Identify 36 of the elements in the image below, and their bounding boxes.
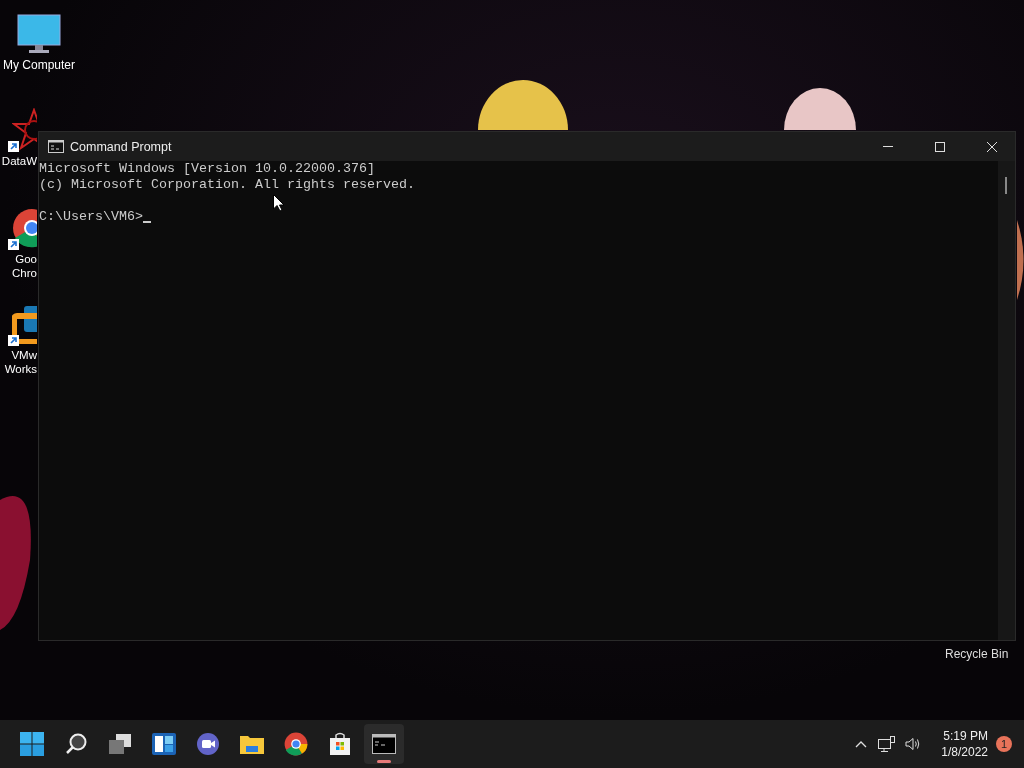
active-indicator xyxy=(377,760,391,763)
monitor-icon xyxy=(17,14,61,54)
star-icon xyxy=(12,108,37,152)
window-title: Command Prompt xyxy=(70,139,172,154)
task-view-icon xyxy=(108,733,132,755)
desktop-shortcut[interactable]: DataW xyxy=(0,106,37,168)
network-icon xyxy=(878,736,897,752)
console-prompt: C:\Users\VM6> xyxy=(39,209,143,225)
clock-button[interactable]: 5:19 PM 1/8/2022 xyxy=(927,728,994,760)
clock-time: 5:19 PM xyxy=(943,728,988,744)
widgets-icon xyxy=(152,733,176,755)
search-icon xyxy=(64,732,88,756)
console-text: (c) Microsoft Corporation. All rights reserved. xyxy=(39,177,415,193)
maximize-icon xyxy=(935,141,945,152)
scrollbar[interactable] xyxy=(998,161,1015,640)
chevron-up-icon xyxy=(855,740,868,748)
mouse-pointer-icon xyxy=(273,194,285,212)
desktop-icon-label: Recycle Bin xyxy=(945,647,1009,661)
notification-badge[interactable]: 1 xyxy=(996,736,1012,752)
console-text: Microsoft Windows [Version 10.0.22000.376] xyxy=(39,161,375,177)
minimize-icon xyxy=(883,146,893,147)
windows-logo-icon xyxy=(20,732,44,756)
browser-icon xyxy=(284,732,308,756)
console-icon xyxy=(48,140,64,153)
folder-icon xyxy=(239,733,265,755)
clock-date: 1/8/2022 xyxy=(941,744,988,760)
console-icon xyxy=(372,734,396,754)
video-chat-icon xyxy=(196,732,220,756)
scrollbar-thumb[interactable] xyxy=(1005,177,1007,194)
desktop-shortcut[interactable]: My Computer xyxy=(0,10,78,72)
speaker-icon xyxy=(905,737,922,751)
text-cursor xyxy=(143,221,151,223)
wallpaper-shape xyxy=(784,88,856,130)
shopping-bag-icon xyxy=(329,732,351,756)
close-icon xyxy=(987,141,997,152)
taskbar-button[interactable] xyxy=(364,724,404,764)
